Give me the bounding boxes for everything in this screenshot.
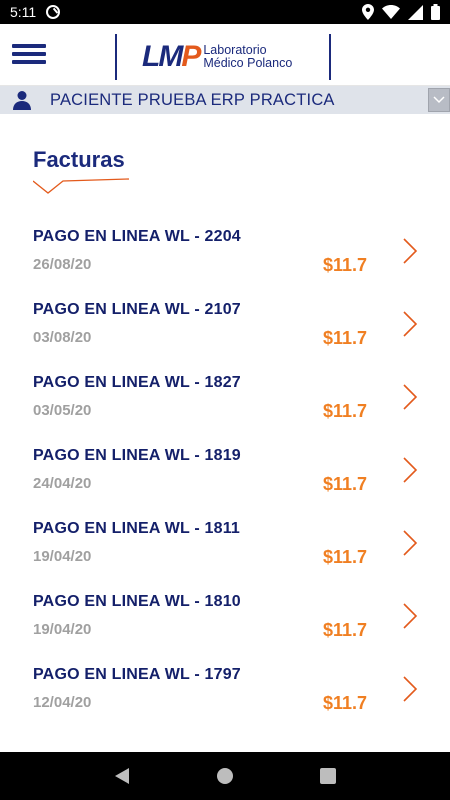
- wifi-icon: [382, 5, 400, 19]
- invoice-amount: $11.7: [322, 547, 367, 567]
- header-divider-right: [329, 34, 331, 80]
- invoice-row[interactable]: PAGO EN LINEA WL - 1819 24/04/20 $11.7: [0, 439, 450, 512]
- invoice-date: 03/05/20: [33, 402, 92, 419]
- battery-icon: [431, 4, 440, 20]
- invoice-date: 24/04/20: [33, 475, 92, 492]
- invoice-date: 19/04/20: [33, 548, 92, 565]
- invoice-amount: $11.7: [322, 328, 367, 348]
- invoice-amount: $11.7: [322, 693, 367, 713]
- title-underline-decoration: [33, 178, 129, 194]
- invoice-date: 26/08/20: [33, 256, 92, 273]
- invoice-title: PAGO EN LINEA WL - 2107: [33, 301, 241, 318]
- invoice-title: PAGO EN LINEA WL - 1797: [33, 666, 241, 683]
- app-root: 5:11 LMP Laboratorio Médico Polanco PACI…: [0, 0, 450, 800]
- status-bar: 5:11: [0, 0, 450, 24]
- logo-mark: LMP: [142, 40, 201, 73]
- at-sign-icon: [46, 5, 61, 19]
- logo-text: Laboratorio Médico Polanco: [203, 44, 292, 70]
- chevron-right-icon[interactable]: [402, 675, 418, 703]
- status-icons: [362, 4, 440, 20]
- invoice-amount: $11.7: [322, 401, 367, 421]
- invoice-row[interactable]: PAGO EN LINEA WL - 1797 12/04/20 $11.7: [0, 658, 450, 731]
- invoice-date: 03/08/20: [33, 329, 92, 346]
- patient-bar: PACIENTE PRUEBA ERP PRACTICA: [0, 86, 450, 114]
- chevron-right-icon[interactable]: [402, 456, 418, 484]
- invoice-title: PAGO EN LINEA WL - 1827: [33, 374, 241, 391]
- app-header: LMP Laboratorio Médico Polanco: [0, 24, 450, 86]
- menu-button[interactable]: [12, 44, 46, 68]
- invoice-row[interactable]: PAGO EN LINEA WL - 2107 03/08/20 $11.7: [0, 293, 450, 366]
- chevron-right-icon[interactable]: [402, 310, 418, 338]
- home-button[interactable]: [210, 761, 240, 791]
- recents-button[interactable]: [313, 761, 343, 791]
- location-icon: [362, 4, 374, 20]
- patient-selector-dropdown[interactable]: [428, 88, 450, 112]
- page-title: Facturas: [33, 147, 125, 172]
- invoice-date: 19/04/20: [33, 621, 92, 638]
- invoice-amount: $11.7: [322, 255, 367, 275]
- recents-square-icon: [320, 768, 337, 784]
- home-circle-icon: [216, 768, 233, 784]
- back-button[interactable]: [107, 761, 137, 791]
- invoice-title: PAGO EN LINEA WL - 2204: [33, 228, 241, 245]
- status-time: 5:11: [10, 4, 37, 20]
- chevron-right-icon[interactable]: [402, 237, 418, 265]
- header-divider-left: [115, 34, 117, 80]
- invoice-title: PAGO EN LINEA WL - 1810: [33, 593, 241, 610]
- invoice-date: 12/04/20: [33, 694, 92, 711]
- chevron-down-icon: [433, 96, 445, 104]
- brand-logo: LMP Laboratorio Médico Polanco: [142, 40, 292, 74]
- invoice-row[interactable]: PAGO EN LINEA WL - 2204 26/08/20 $11.7: [0, 220, 450, 293]
- navigation-bar: [0, 752, 450, 800]
- logo-line2: Médico Polanco: [203, 56, 293, 70]
- hamburger-icon-bar: [12, 52, 46, 56]
- hamburger-icon-bar: [12, 44, 46, 48]
- chevron-right-icon[interactable]: [402, 602, 418, 630]
- invoice-row[interactable]: PAGO EN LINEA WL - 1810 19/04/20 $11.7: [0, 585, 450, 658]
- chevron-right-icon[interactable]: [402, 529, 418, 557]
- user-icon: [13, 91, 31, 110]
- hamburger-icon-bar: [12, 60, 46, 64]
- invoice-row[interactable]: PAGO EN LINEA WL - 1811 19/04/20 $11.7: [0, 512, 450, 585]
- invoice-amount: $11.7: [322, 474, 367, 494]
- chevron-right-icon[interactable]: [402, 383, 418, 411]
- invoice-list: PAGO EN LINEA WL - 2204 26/08/20 $11.7 PAGO…: [0, 220, 450, 731]
- back-triangle-icon: [114, 768, 129, 784]
- invoice-title: PAGO EN LINEA WL - 1819: [33, 447, 241, 464]
- invoice-amount: $11.7: [322, 620, 367, 640]
- invoice-row[interactable]: PAGO EN LINEA WL - 1827 03/05/20 $11.7: [0, 366, 450, 439]
- invoice-title: PAGO EN LINEA WL - 1811: [33, 520, 241, 537]
- signal-icon: [408, 4, 423, 20]
- patient-name: PACIENTE PRUEBA ERP PRACTICA: [50, 90, 335, 109]
